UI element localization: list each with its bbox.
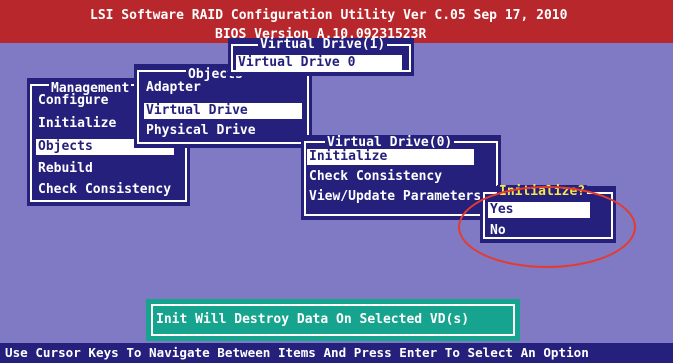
status-bar: Use Cursor Keys To Navigate Between Item… [0,343,673,363]
highlight-oval [458,186,636,268]
vd0-item-initialize[interactable]: Initialize [307,149,474,165]
menu-item-initialize[interactable]: Initialize [36,116,116,132]
menu-item-check-consistency[interactable]: Check Consistency [36,182,171,198]
virtual-drive-list: Virtual Drive(1) Virtual Drive 0 [228,38,414,76]
vd0-item-view-update-parameters[interactable]: View/Update Parameters [307,189,489,205]
warning-message: Init Will Destroy Data On Selected VD(s) [151,304,515,336]
object-item-virtual-drive[interactable]: Virtual Drive [144,103,302,119]
app-title: LSI Software RAID Configuration Utility … [90,8,568,23]
menu-item-configure[interactable]: Configure [36,94,108,107]
warning-message-box: Init Will Destroy Data On Selected VD(s) [146,299,520,341]
object-item-physical-drive[interactable]: Physical Drive [144,123,256,139]
menu-item-rebuild[interactable]: Rebuild [36,161,93,177]
vd-item-virtual-drive-0[interactable]: Virtual Drive 0 [236,55,402,71]
objects-menu: Objects Adapter Virtual Drive Physical D… [134,64,312,148]
vd0-title: Virtual Drive(0) [325,135,455,150]
vd0-item-check-consistency[interactable]: Check Consistency [307,169,442,185]
object-item-adapter[interactable]: Adapter [144,80,201,96]
vd-list-title: Virtual Drive(1) [258,37,388,52]
